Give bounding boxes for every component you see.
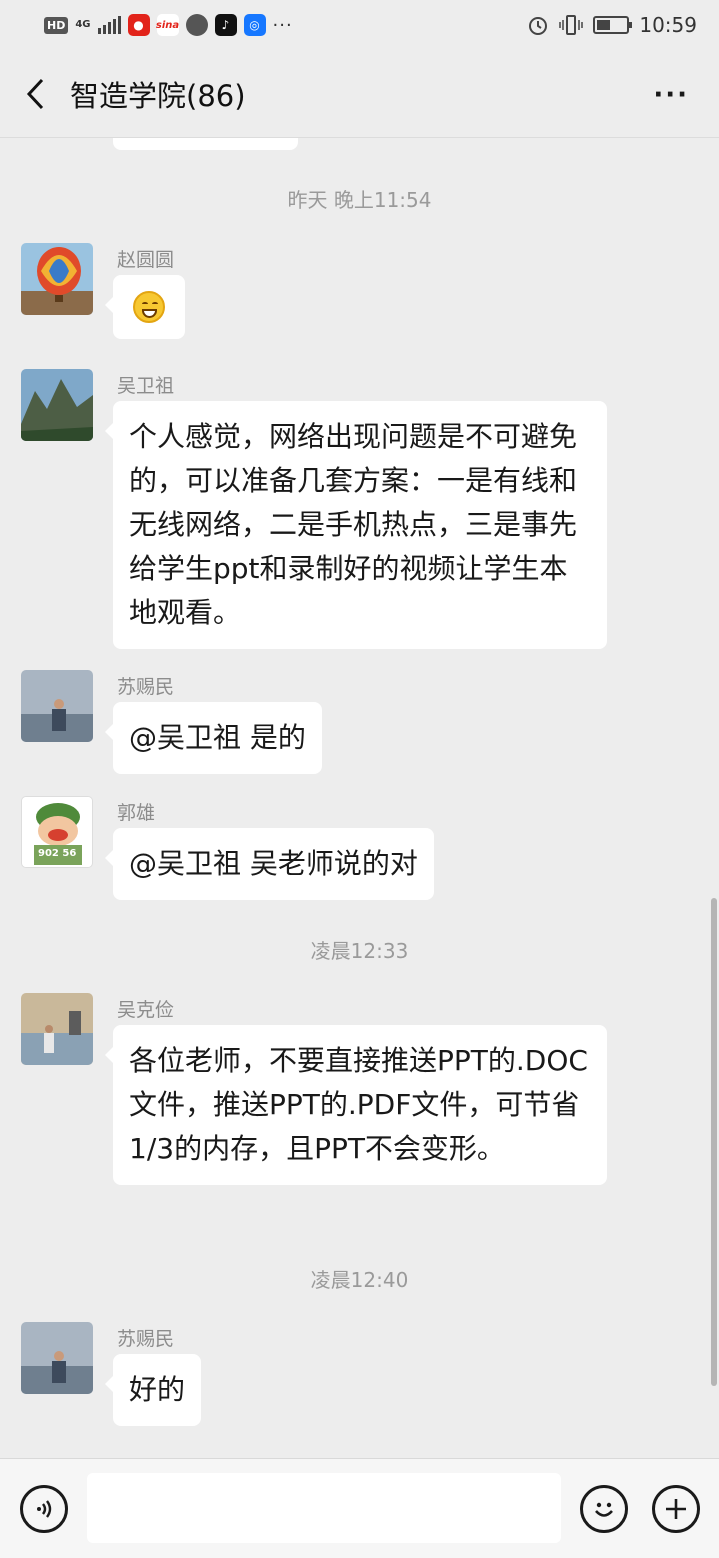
emoji-button[interactable] (580, 1485, 628, 1533)
message-bubble[interactable]: @吴卫祖 吴老师说的对 (105, 828, 434, 900)
sender-name: 赵圆圆 (117, 249, 175, 271)
message-list[interactable]: 昨天 晚上11:54 赵圆圆 吴卫祖 个人感觉，网络出现问题是不可避免的，可以准… (0, 138, 719, 1458)
chat-title: 智造学院(86) (70, 78, 246, 113)
status-bar: HD 4G ● sina ♪ ◎ ··· 10:59 (0, 0, 719, 50)
tiktok-icon: ♪ (214, 14, 237, 36)
timestamp: 凌晨12:33 (310, 939, 409, 963)
plus-button[interactable] (652, 1485, 700, 1533)
clock: 10:59 (639, 13, 697, 37)
more-options-button[interactable]: ··· (653, 80, 689, 110)
input-bar (0, 1458, 719, 1558)
sender-name: 吴克俭 (117, 999, 175, 1021)
avatar[interactable] (21, 369, 93, 441)
more-notifications-icon: ··· (272, 14, 293, 36)
hot-air-balloon-avatar (21, 243, 93, 315)
plus-icon (666, 1499, 686, 1519)
message-bubble[interactable] (105, 275, 185, 339)
weibo-icon: ● (127, 14, 150, 36)
timestamp: 凌晨12:40 (310, 1268, 409, 1292)
avatar-caption: 902 56 (38, 848, 77, 859)
voice-button[interactable] (20, 1485, 68, 1533)
alarm-icon (529, 17, 548, 35)
sender-name: 苏赐民 (117, 676, 175, 698)
sender-name: 吴卫祖 (117, 375, 175, 397)
sender-name: 苏赐民 (117, 1328, 175, 1350)
person-at-pier-avatar (21, 993, 93, 1065)
map-icon: ◎ (243, 14, 266, 36)
message-bubble[interactable]: 个人感觉，网络出现问题是不可避免的，可以准备几套方案：一是有线和无线网络，二是手… (105, 401, 607, 649)
back-arrow-icon (26, 78, 44, 109)
message-bubble[interactable]: 好的 (104, 1354, 202, 1426)
vibrate-icon (559, 15, 584, 35)
hd-badge: HD (44, 16, 69, 34)
back-button[interactable] (0, 50, 70, 138)
message-bubble[interactable]: 各位老师，不要直接推送PPT的.DOC文件，推送PPT的.PDF文件，可节省1/… (105, 1025, 607, 1185)
avatar[interactable] (21, 243, 93, 315)
message-bubble[interactable]: @吴卫祖 是的 (105, 702, 322, 774)
scrollbar[interactable] (711, 898, 717, 1386)
message-bubble-partial[interactable] (113, 138, 298, 150)
battery-icon (593, 16, 633, 34)
signal-icon (97, 16, 121, 34)
message-icon (185, 14, 208, 36)
voice-icon (37, 1500, 52, 1518)
grin-emoji-icon (133, 291, 165, 323)
person-by-lake-avatar (21, 1322, 93, 1394)
person-by-lake-avatar (21, 670, 93, 742)
sender-name: 郭雄 (117, 802, 156, 824)
emoji-icon (595, 1502, 613, 1517)
network-type: 4G (75, 19, 91, 30)
message-input[interactable] (87, 1473, 561, 1543)
sina-icon: sina (156, 14, 179, 36)
avatar[interactable] (21, 1322, 93, 1394)
chat-header: 智造学院(86) ··· (0, 50, 719, 138)
avatar[interactable] (21, 670, 93, 742)
avatar[interactable]: 902 56 (21, 796, 93, 868)
avatar[interactable] (21, 993, 93, 1065)
mountain-landscape-avatar (21, 369, 93, 441)
timestamp: 昨天 晚上11:54 (287, 188, 432, 212)
